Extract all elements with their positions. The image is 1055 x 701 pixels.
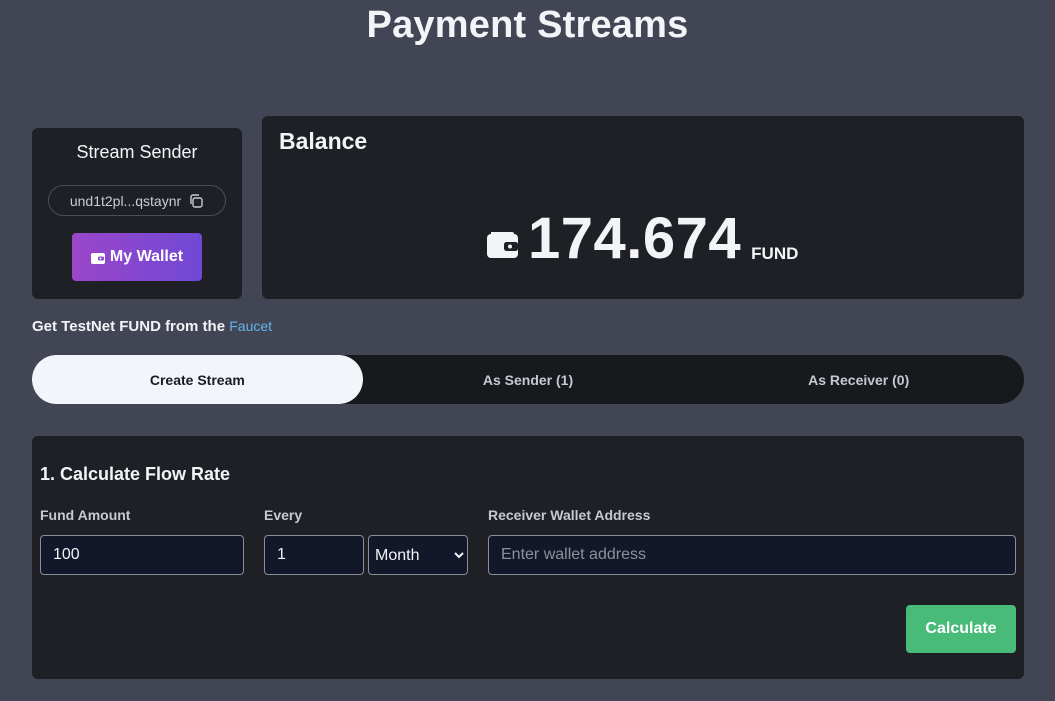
- copy-icon[interactable]: [188, 193, 204, 209]
- my-wallet-button[interactable]: My Wallet: [72, 233, 202, 281]
- tab-as-sender[interactable]: As Sender (1): [363, 355, 694, 404]
- balance-unit: FUND: [751, 244, 799, 263]
- period-select[interactable]: Month: [368, 535, 468, 575]
- calculate-button[interactable]: Calculate: [906, 605, 1016, 653]
- balance-display: 174.674 FUND: [487, 210, 798, 268]
- balance-amount: 174.674: [528, 206, 742, 271]
- wallet-icon: [90, 251, 105, 264]
- calculate-flow-rate-card: 1. Calculate Flow Rate Fund Amount Every…: [32, 436, 1024, 679]
- every-label: Every: [264, 507, 303, 523]
- sender-address: und1t2pl...qstaynr: [69, 192, 182, 209]
- fund-amount-label: Fund Amount: [40, 507, 131, 523]
- tab-as-receiver[interactable]: As Receiver (0): [693, 355, 1024, 404]
- wallet-icon: [487, 230, 518, 258]
- faucet-text: Get TestNet FUND from the: [32, 318, 230, 335]
- balance-card: Balance 174.674 FUND: [262, 116, 1024, 299]
- form-heading: 1. Calculate Flow Rate: [40, 464, 231, 484]
- faucet-notice: Get TestNet FUND from the Faucet: [32, 318, 272, 335]
- fund-amount-input[interactable]: [40, 535, 244, 575]
- page-title: Payment Streams: [366, 4, 689, 46]
- tab-create-stream[interactable]: Create Stream: [32, 355, 363, 404]
- receiver-address-input[interactable]: [488, 535, 1016, 575]
- stream-sender-title: Stream Sender: [76, 142, 198, 162]
- every-input[interactable]: [264, 535, 364, 575]
- sender-address-pill[interactable]: und1t2pl...qstaynr: [48, 185, 226, 216]
- faucet-link[interactable]: Faucet: [229, 318, 272, 334]
- balance-title: Balance: [279, 128, 368, 154]
- my-wallet-label: My Wallet: [109, 248, 184, 265]
- stream-tabs: Create Stream As Sender (1) As Receiver …: [32, 355, 1024, 404]
- stream-sender-card: Stream Sender und1t2pl...qstaynr My Wall…: [32, 128, 242, 299]
- receiver-address-label: Receiver Wallet Address: [488, 507, 651, 523]
